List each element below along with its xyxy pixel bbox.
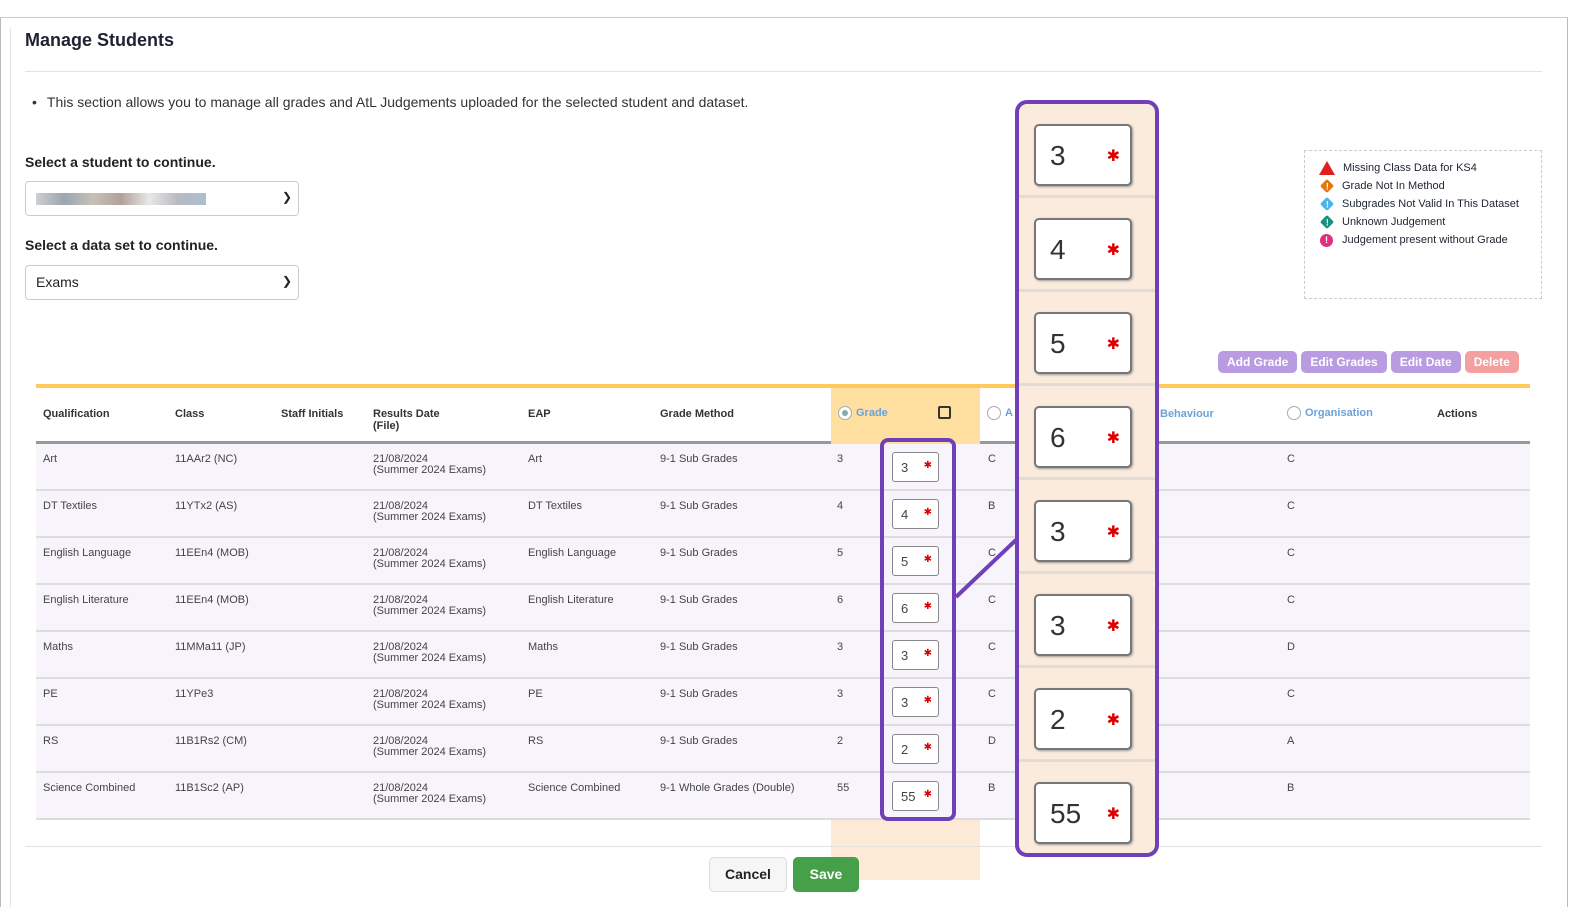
grade-input-value: 3 — [1050, 610, 1066, 641]
required-asterisk-icon: ✱ — [1106, 618, 1120, 635]
grade-input-value: 2 — [1050, 704, 1066, 735]
required-asterisk-icon: ✱ — [1106, 524, 1120, 541]
magnified-cell: 2 ✱ — [1019, 668, 1155, 762]
grade-input-value: 3 — [1050, 516, 1066, 547]
grade-input-value: 55 — [1050, 798, 1082, 829]
grade-input-value: 6 — [1050, 422, 1066, 453]
magnified-cell: 4 ✱ — [1019, 198, 1155, 292]
magnified-grade-input: 3 ✱ — [1034, 594, 1132, 656]
required-asterisk-icon: ✱ — [1106, 148, 1120, 165]
magnified-grade-input: 3 ✱ — [1034, 500, 1132, 562]
required-asterisk-icon: ✱ — [1106, 712, 1120, 729]
callout-connector — [954, 538, 1018, 599]
magnified-cell: 3 ✱ — [1019, 480, 1155, 574]
magnified-cell: 6 ✱ — [1019, 386, 1155, 480]
required-asterisk-icon: ✱ — [1106, 430, 1120, 447]
magnified-cell: 55 ✱ — [1019, 762, 1155, 853]
magnified-grade-input: 3 ✱ — [1034, 124, 1132, 186]
required-asterisk-icon: ✱ — [1106, 806, 1120, 823]
magnified-cell: 3 ✱ — [1019, 574, 1155, 668]
magnified-grade-input: 2 ✱ — [1034, 688, 1132, 750]
grade-input-value: 3 — [1050, 140, 1066, 171]
magnified-grade-inputs: 3 ✱ 4 ✱ 5 ✱ 6 ✱ 3 ✱ 3 ✱ 2 ✱ 55 ✱ — [1015, 100, 1159, 857]
required-asterisk-icon: ✱ — [1106, 336, 1120, 353]
magnified-grade-input: 55 ✱ — [1034, 782, 1132, 844]
grade-input-value: 4 — [1050, 234, 1066, 265]
magnified-cell: 3 ✱ — [1019, 104, 1155, 198]
magnified-cell: 5 ✱ — [1019, 292, 1155, 386]
magnified-grade-input: 6 ✱ — [1034, 406, 1132, 468]
required-asterisk-icon: ✱ — [1106, 242, 1120, 259]
grade-input-value: 5 — [1050, 328, 1066, 359]
magnified-grade-input: 5 ✱ — [1034, 312, 1132, 374]
magnified-grade-input: 4 ✱ — [1034, 218, 1132, 280]
